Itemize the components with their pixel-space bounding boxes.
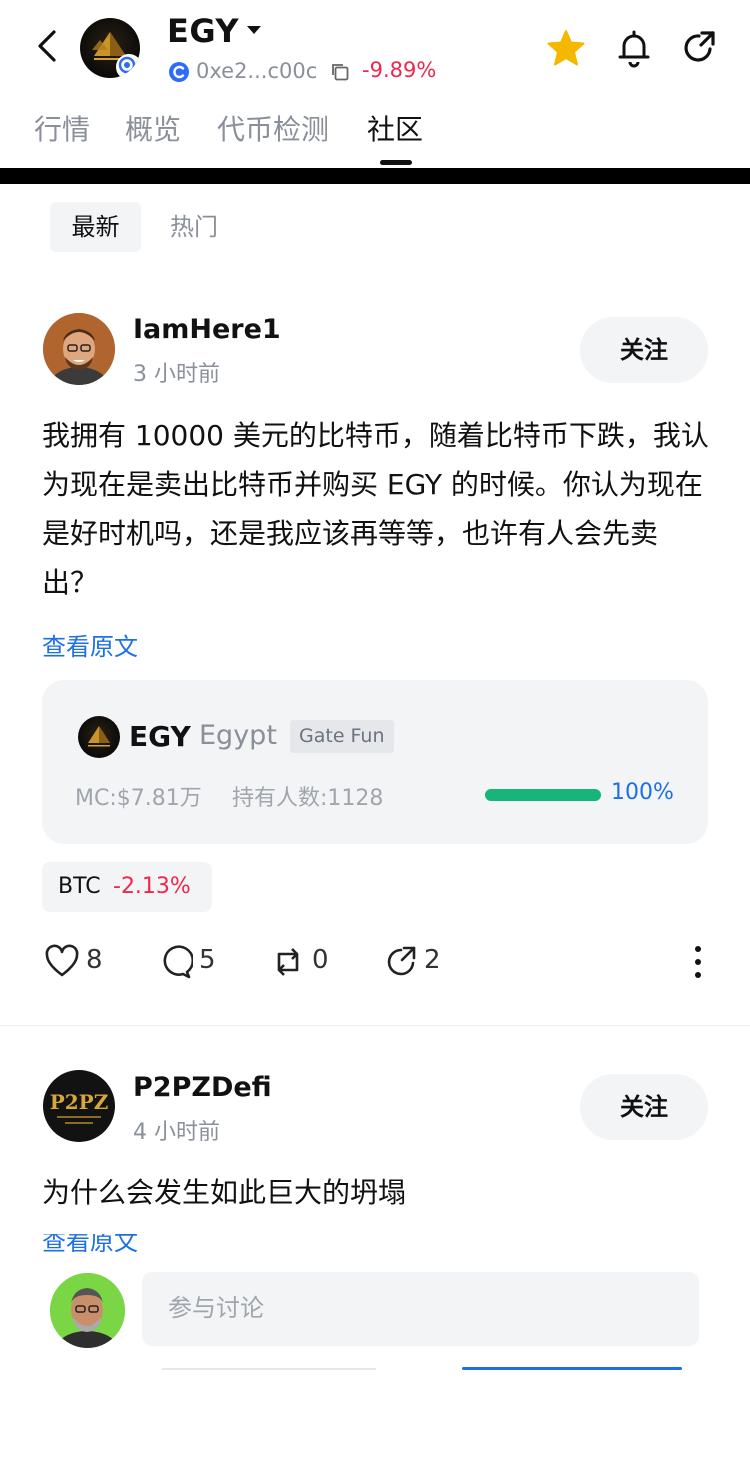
progress-label: 100% — [611, 780, 674, 805]
active-tab-indicator — [380, 160, 412, 165]
share-count: 2 — [424, 945, 441, 975]
contract-address: 0xe2...c00c — [196, 59, 318, 83]
share-icon[interactable] — [383, 944, 419, 980]
share-icon[interactable] — [680, 28, 720, 68]
header-divider-bar — [0, 168, 750, 184]
view-original-link-cut[interactable]: 查看原文 — [42, 1234, 182, 1252]
view-original-link[interactable]: 查看原文 — [42, 627, 138, 662]
post-content: 我拥有 10000 美元的比特币，随着比特币下跌，我认为现在是卖出比特币并购买 … — [42, 419, 709, 599]
ghost-divider — [162, 1368, 376, 1370]
repost-icon[interactable] — [270, 944, 306, 980]
my-avatar[interactable] — [50, 1273, 125, 1348]
token-card-holders: 持有人数:1128 — [232, 786, 384, 811]
token-card[interactable] — [42, 680, 708, 844]
post-username[interactable]: IamHere1 — [133, 314, 281, 345]
mention-change: -2.13% — [113, 874, 191, 899]
star-icon[interactable] — [546, 28, 586, 68]
discussion-input[interactable] — [142, 1272, 699, 1346]
back-arrow-icon[interactable] — [28, 26, 68, 66]
copy-icon[interactable] — [330, 62, 350, 82]
comment-icon[interactable] — [157, 944, 193, 980]
avatar[interactable]: P2PZ — [43, 1070, 115, 1142]
follow-button[interactable]: 关注 — [580, 317, 708, 383]
token-card-name: Egypt — [199, 720, 277, 751]
post-content: 为什么会发生如此巨大的坍塌 — [42, 1176, 407, 1209]
heart-icon[interactable] — [44, 944, 80, 980]
follow-button[interactable]: 关注 — [580, 1074, 708, 1140]
like-count: 8 — [86, 945, 103, 975]
comment-count: 5 — [199, 945, 216, 975]
post-time: 4 小时前 — [133, 1120, 220, 1145]
avatar-text: P2PZ — [49, 1090, 109, 1114]
token-card-market-cap: MC:$7.81万 — [75, 786, 202, 811]
token-card-symbol: EGY — [129, 720, 191, 753]
tab-overview[interactable]: 概览 — [125, 108, 181, 148]
repost-count: 0 — [312, 945, 329, 975]
tab-community[interactable]: 社区 — [367, 108, 423, 148]
chain-badge-icon — [116, 54, 140, 78]
avatar[interactable] — [43, 313, 115, 385]
token-symbol[interactable]: EGY — [167, 12, 239, 50]
token-card-tag: Gate Fun — [290, 720, 394, 753]
token-card-logo — [78, 716, 120, 758]
chain-icon — [169, 62, 189, 82]
tab-market[interactable]: 行情 — [34, 108, 90, 148]
post-username[interactable]: P2PZDefi — [133, 1072, 272, 1103]
progress-fill — [485, 789, 601, 801]
filter-hot[interactable]: 热门 — [170, 202, 218, 252]
view-original-link[interactable]: 查看原文 — [42, 1234, 182, 1252]
price-change: -9.89% — [362, 58, 437, 82]
mention-symbol: BTC — [58, 874, 101, 899]
post-time: 3 小时前 — [133, 362, 220, 387]
filter-latest[interactable]: 最新 — [50, 202, 141, 252]
token-logo — [80, 18, 140, 78]
tab-token-check[interactable]: 代币检测 — [217, 108, 329, 148]
bell-icon[interactable] — [614, 28, 654, 68]
post-divider — [0, 1025, 750, 1026]
more-vertical-icon[interactable] — [688, 944, 708, 980]
ghost-accent-line — [462, 1367, 682, 1370]
chevron-down-icon[interactable] — [247, 26, 261, 34]
